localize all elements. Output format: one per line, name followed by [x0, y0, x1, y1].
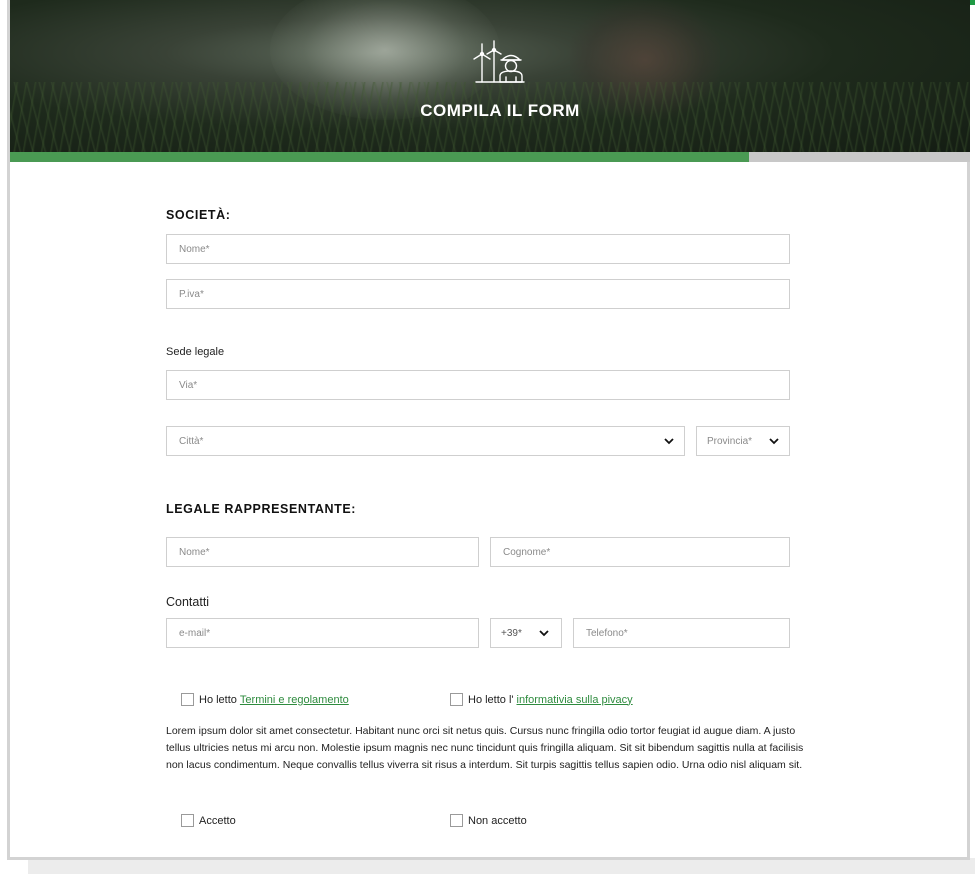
accept-label: Accetto	[199, 814, 236, 827]
privacy-link[interactable]: informativia sulla pivacy	[517, 694, 633, 706]
phone-field[interactable]	[573, 618, 790, 648]
page-title: COMPILA IL FORM	[420, 101, 580, 120]
privacy-prefix-text: Ho letto l'	[468, 693, 514, 706]
terms-consent[interactable]: Ho letto Termini e regolamento	[181, 693, 349, 706]
section-title-societa: SOCIETÀ:	[166, 208, 231, 222]
wind-turbine-worker-icon	[473, 40, 525, 83]
chevron-down-icon	[769, 438, 779, 445]
section-title-legale-rappresentante: LEGALE RAPPRESENTANTE:	[166, 502, 357, 516]
reject-label: Non accetto	[468, 814, 527, 827]
vat-number-field[interactable]	[166, 279, 790, 309]
reject-option[interactable]: Non accetto	[450, 814, 527, 827]
province-select-value: Provincia*	[707, 436, 753, 447]
city-select-value: Città*	[179, 436, 204, 447]
privacy-consent[interactable]: Ho letto l' informativia sulla pivacy	[450, 693, 633, 706]
province-select[interactable]: Provincia*	[696, 426, 790, 456]
terms-link[interactable]: Termini e regolamento	[240, 694, 349, 706]
chevron-down-icon	[539, 630, 549, 637]
accept-option[interactable]: Accetto	[181, 814, 236, 827]
company-name-field[interactable]	[166, 234, 790, 264]
accept-checkbox[interactable]	[181, 814, 194, 827]
email-field[interactable]	[166, 618, 479, 648]
phone-input[interactable]	[574, 619, 789, 647]
contatti-label: Contatti	[166, 595, 210, 609]
vat-number-input[interactable]	[167, 280, 789, 308]
terms-prefix-text: Ho letto	[199, 693, 237, 706]
phone-prefix-select[interactable]: +39*	[490, 618, 562, 648]
representative-last-name-input[interactable]	[491, 538, 789, 566]
form-progress-fill	[10, 152, 750, 162]
terms-checkbox[interactable]	[181, 693, 194, 706]
hero-banner: COMPILA IL FORM	[10, 0, 970, 152]
consent-body-text: Lorem ipsum dolor sit amet consectetur. …	[166, 725, 804, 771]
sede-legale-label: Sede legale	[166, 346, 225, 358]
company-name-input[interactable]	[167, 235, 789, 263]
city-select[interactable]: Città*	[166, 426, 685, 456]
representative-last-name-field[interactable]	[490, 537, 790, 567]
representative-first-name-field[interactable]	[166, 537, 479, 567]
reject-checkbox[interactable]	[450, 814, 463, 827]
email-input[interactable]	[167, 619, 478, 647]
street-field[interactable]	[166, 370, 790, 400]
form-progress-bar	[10, 152, 970, 162]
street-input[interactable]	[167, 371, 789, 399]
chevron-down-icon	[664, 438, 674, 445]
phone-prefix-value: +39*	[501, 628, 522, 639]
privacy-checkbox[interactable]	[450, 693, 463, 706]
representative-first-name-input[interactable]	[167, 538, 478, 566]
page-shadow	[28, 858, 975, 874]
